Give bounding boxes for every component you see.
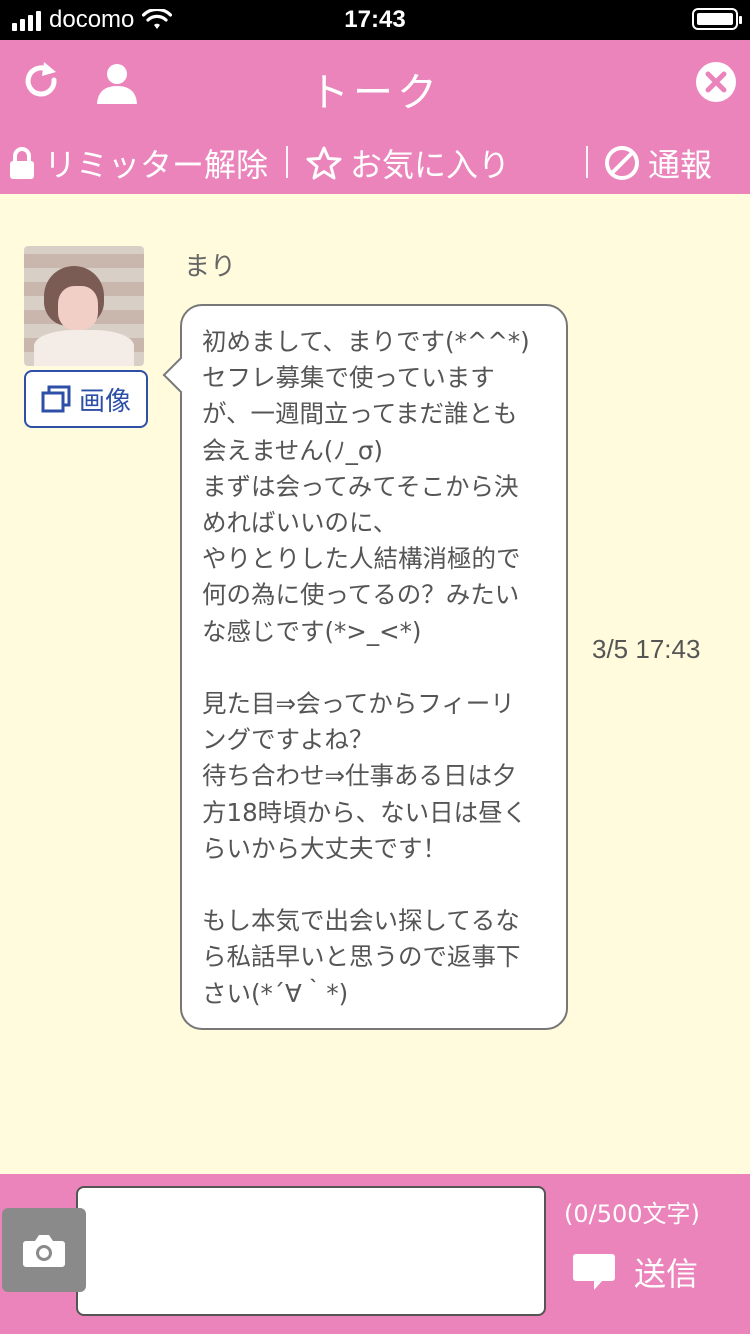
sub-navigation: リミッター解除 お気に入り 通報 xyxy=(0,136,750,194)
bubble-tail xyxy=(162,356,200,394)
lock-icon xyxy=(10,147,34,179)
report-label: 通報 xyxy=(648,146,713,184)
limiter-label: リミッター解除 xyxy=(44,146,269,184)
close-icon[interactable] xyxy=(694,60,738,104)
favorite-label: お気に入り xyxy=(350,146,511,184)
sender-name: まり xyxy=(184,252,237,282)
message-text: 初めまして、まりです(*^^*) セフレ募集で使っています が、一週間立ってまだ… xyxy=(202,327,530,1008)
favorite-button[interactable]: お気に入り xyxy=(306,140,510,186)
avatar[interactable] xyxy=(24,246,144,366)
report-button[interactable]: 通報 xyxy=(604,140,712,186)
status-time: 17:43 xyxy=(344,6,406,33)
speech-bubble-icon xyxy=(573,1254,615,1290)
composer-bar: (0/500文字) 送信 xyxy=(0,1174,750,1334)
character-counter: (0/500文字) xyxy=(564,1200,700,1228)
divider xyxy=(586,146,588,178)
message-bubble: 初めまして、まりです(*^^*) セフレ募集で使っています が、一週間立ってまだ… xyxy=(162,304,568,1030)
divider xyxy=(286,146,288,178)
header: トーク リミッター解除 お気に入り 通報 xyxy=(0,40,750,194)
message-input[interactable] xyxy=(76,1186,546,1316)
camera-button[interactable] xyxy=(2,1208,86,1292)
message-timestamp: 3/5 17:43 xyxy=(592,634,701,664)
send-label: 送信 xyxy=(634,1255,699,1293)
star-icon xyxy=(306,146,342,180)
status-bar: docomo 17:43 xyxy=(0,0,750,40)
chat-area[interactable]: 画像 まり 初めまして、まりです(*^^*) セフレ募集で使っています が、一週… xyxy=(0,194,750,1174)
image-button-label: 画像 xyxy=(78,386,131,417)
battery-icon xyxy=(692,8,742,30)
gallery-icon xyxy=(41,385,71,413)
prohibited-icon xyxy=(605,146,639,180)
send-button[interactable]: 送信 xyxy=(572,1244,712,1300)
view-image-button[interactable]: 画像 xyxy=(24,370,148,428)
camera-icon xyxy=(23,1235,65,1267)
page-title: トーク xyxy=(309,70,441,116)
limiter-release-button[interactable]: リミッター解除 xyxy=(8,140,268,186)
